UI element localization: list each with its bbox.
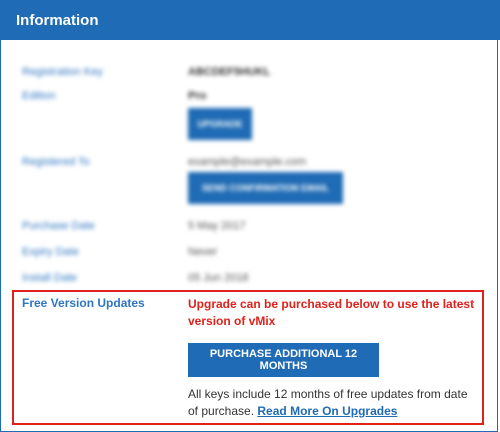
registered-to-label: Registered To: [22, 156, 90, 168]
upgrade-message: Upgrade can be purchased below to use th…: [188, 297, 475, 328]
registration-key-value: ABCDEF5HUKL: [188, 66, 271, 78]
read-more-upgrades-link[interactable]: Read More On Upgrades: [257, 404, 397, 418]
panel-header: Information: [0, 0, 500, 40]
purchase-date-value: 5 May 2017: [188, 220, 246, 232]
upgrade-button[interactable]: UPGRADE: [188, 108, 252, 140]
panel-title: Information: [16, 11, 99, 29]
expiry-date-label: Expiry Date: [22, 246, 79, 258]
purchase-date-label: Purchase Date: [22, 220, 95, 232]
edition-value: Pro: [188, 90, 207, 102]
expiry-date-value: Never: [188, 246, 218, 258]
free-updates-note: All keys include 12 months of free updat…: [188, 386, 480, 420]
purchase-additional-12-months-button[interactable]: PURCHASE ADDITIONAL 12 MONTHS: [188, 343, 379, 377]
registration-key-label: Registration Key: [22, 66, 103, 78]
registered-to-value: example@example.com: [188, 156, 307, 168]
edition-label: Edition: [22, 90, 56, 102]
send-confirmation-email-button[interactable]: SEND CONFIRMATION EMAIL: [188, 172, 343, 204]
install-date-label: Install Date: [22, 272, 78, 284]
install-date-value: 05 Jun 2018: [188, 272, 249, 284]
free-version-updates-label: Free Version Updates: [22, 296, 145, 310]
